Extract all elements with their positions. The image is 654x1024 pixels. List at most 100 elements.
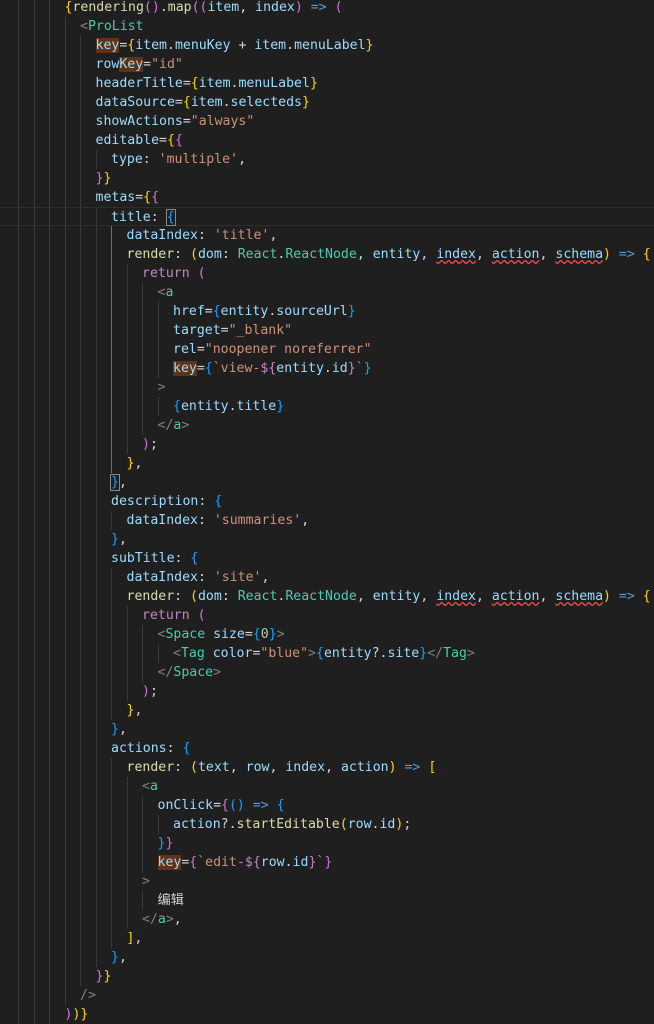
code-line[interactable]: 编辑 — [0, 891, 654, 910]
indent-guide — [18, 397, 19, 416]
indent-guide — [80, 777, 81, 796]
code-line-content: </a> — [158, 416, 190, 435]
indent-guide — [80, 796, 81, 815]
code-line[interactable]: }, — [0, 530, 654, 549]
indent-guide — [95, 359, 97, 378]
code-line[interactable]: ); — [0, 682, 654, 701]
indent-guide — [18, 17, 19, 36]
code-line[interactable]: action?.startEditable(row.id); — [0, 815, 654, 834]
code-line[interactable]: dataIndex: 'title', — [0, 226, 654, 245]
code-line[interactable]: return ( — [0, 264, 654, 283]
indent-guide — [80, 644, 81, 663]
code-line[interactable]: subTitle: { — [0, 549, 654, 568]
code-line[interactable]: onClick={() => { — [0, 796, 654, 815]
code-line[interactable]: showActions="always" — [0, 112, 654, 131]
code-line[interactable]: </a>, — [0, 910, 654, 929]
indent-guide — [111, 682, 112, 701]
code-line[interactable]: > — [0, 378, 654, 397]
code-line[interactable]: <Tag color="blue">{entity?.site}</Tag> — [0, 644, 654, 663]
indent-guide — [64, 17, 66, 36]
code-token: : — [174, 551, 191, 566]
code-line[interactable]: }, — [0, 454, 654, 473]
code-line[interactable]: metas={{ — [0, 188, 654, 207]
code-line[interactable]: }, — [0, 720, 654, 739]
indent-guide — [64, 321, 66, 340]
indent-guide — [33, 302, 35, 321]
code-line[interactable]: render: (dom: React.ReactNode, entity, i… — [0, 245, 654, 264]
indent-guide — [18, 967, 19, 986]
code-token: , — [420, 247, 437, 262]
code-line[interactable]: {rendering().map((item, index) => ( — [0, 0, 654, 17]
code-line[interactable]: actions: { — [0, 739, 654, 758]
code-line[interactable]: }, — [0, 701, 654, 720]
code-line[interactable]: <Space size={0}> — [0, 625, 654, 644]
indent-guide — [95, 739, 97, 758]
code-line[interactable]: }} — [0, 834, 654, 853]
code-token: , — [239, 0, 256, 15]
indent-guide — [95, 606, 97, 625]
indent-guide — [126, 359, 128, 378]
code-line[interactable]: key={item.menuKey + item.menuLabel} — [0, 36, 654, 55]
code-token: ${ — [260, 361, 277, 376]
code-line[interactable]: href={entity.sourceUrl} — [0, 302, 654, 321]
code-line[interactable]: dataSource={item.selecteds} — [0, 93, 654, 112]
indent-guide — [49, 302, 50, 321]
code-line[interactable]: ); — [0, 435, 654, 454]
code-line[interactable]: key={`edit-${row.id}`} — [0, 853, 654, 872]
indent-guide — [111, 891, 112, 910]
code-line[interactable]: title: { — [0, 207, 654, 227]
code-token: < — [80, 19, 88, 34]
indent-guide — [126, 264, 128, 283]
code-line[interactable]: > — [0, 872, 654, 891]
code-line[interactable]: target="_blank" — [0, 321, 654, 340]
code-token: onClick — [157, 798, 214, 813]
code-token: , — [356, 589, 373, 604]
code-line[interactable]: <ProList — [0, 17, 654, 36]
code-line[interactable]: }, — [0, 948, 654, 967]
indent-guide — [33, 606, 35, 625]
code-line[interactable]: dataIndex: 'summaries', — [0, 511, 654, 530]
code-line[interactable]: }, — [0, 473, 654, 492]
code-line[interactable]: }} — [0, 967, 654, 986]
indent-guide — [64, 226, 66, 245]
code-line[interactable]: key={`view-${entity.id}`} — [0, 359, 654, 378]
indent-guide — [64, 625, 66, 644]
indent-guide — [18, 929, 19, 948]
code-line[interactable]: ))} — [0, 1005, 654, 1024]
code-line[interactable]: rowKey="id" — [0, 55, 654, 74]
code-line[interactable]: return ( — [0, 606, 654, 625]
code-token: < — [173, 646, 181, 661]
code-line[interactable]: headerTitle={item.menuLabel} — [0, 74, 654, 93]
code-line[interactable]: type: 'multiple', — [0, 150, 654, 169]
code-line[interactable]: description: { — [0, 492, 654, 511]
indent-guide — [18, 473, 19, 492]
code-line[interactable]: rel="noopener noreferrer" — [0, 340, 654, 359]
code-token: schema — [555, 247, 604, 262]
code-token: } — [363, 361, 372, 376]
code-line[interactable]: </Space> — [0, 663, 654, 682]
code-token: , — [356, 247, 373, 262]
indent-guide — [64, 378, 66, 397]
code-token: ; — [403, 817, 412, 832]
code-line[interactable]: }} — [0, 169, 654, 188]
indent-guide — [80, 264, 81, 283]
code-line[interactable]: dataIndex: 'site', — [0, 568, 654, 587]
indent-guide — [80, 283, 81, 302]
code-token: } — [80, 1007, 89, 1022]
code-line[interactable]: /> — [0, 986, 654, 1005]
code-line[interactable]: </a> — [0, 416, 654, 435]
code-line[interactable]: <a — [0, 283, 654, 302]
code-line-content: return ( — [142, 264, 206, 283]
indent-guide — [80, 397, 81, 416]
code-line[interactable]: {entity.title} — [0, 397, 654, 416]
indent-guide — [80, 378, 81, 397]
code-line[interactable]: <a — [0, 777, 654, 796]
code-editor[interactable]: {rendering().map((item, index) => (<ProL… — [0, 0, 654, 1024]
indent-guide — [111, 815, 112, 834]
indent-guide — [18, 606, 19, 625]
code-line[interactable]: editable={{ — [0, 131, 654, 150]
code-line[interactable]: ], — [0, 929, 654, 948]
code-line[interactable]: render: (dom: React.ReactNode, entity, i… — [0, 587, 654, 606]
code-line[interactable]: render: (text, row, index, action) => [ — [0, 758, 654, 777]
indent-guide — [126, 378, 128, 397]
